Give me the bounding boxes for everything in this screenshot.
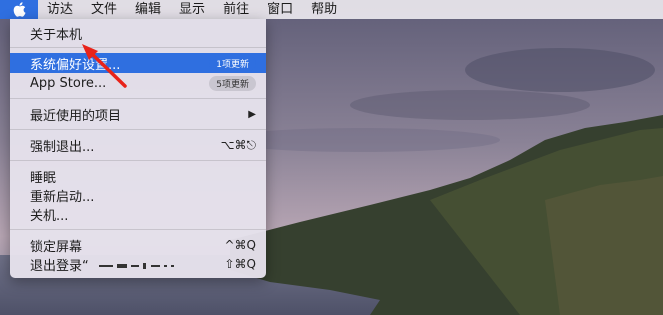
apple-menu-button[interactable] [0, 0, 38, 19]
menu-item-label: 重新启动... [30, 189, 95, 205]
menu-item-label: 关于本机 [30, 27, 83, 43]
logout-text: 退出登录“ [30, 258, 89, 274]
menu-window[interactable]: 窗口 [258, 0, 302, 19]
menu-item-app-store[interactable]: App Store... 5项更新 [10, 73, 266, 93]
menu-item-shutdown[interactable]: 关机... [10, 204, 266, 224]
menu-bar: 访达 文件 编辑 显示 前往 窗口 帮助 [0, 0, 663, 19]
submenu-arrow-icon: ▶ [248, 108, 256, 120]
update-badge: 5项更新 [209, 75, 256, 91]
menu-item-system-preferences[interactable]: 系统偏好设置... 1项更新 [10, 53, 266, 73]
menu-item-label: 强制退出... [30, 139, 95, 155]
apple-dropdown-menu: 关于本机 系统偏好设置... 1项更新 App Store... 5项更新 最近… [10, 19, 266, 278]
menu-item-about-this-mac[interactable]: 关于本机 [10, 23, 266, 43]
menu-separator [10, 160, 266, 161]
menu-go[interactable]: 前往 [214, 0, 258, 19]
redacted-username [98, 263, 174, 269]
menu-item-label: 系统偏好设置... [30, 57, 121, 73]
menu-item-label: 最近使用的项目 [30, 108, 122, 124]
shortcut-label: ^⌘Q [224, 238, 257, 252]
menu-item-recent-items[interactable]: 最近使用的项目 ▶ [10, 104, 266, 124]
menu-item-force-quit[interactable]: 强制退出... ⌥⌘⎋ [10, 135, 266, 155]
update-badge: 1项更新 [209, 55, 256, 71]
menu-finder[interactable]: 访达 [38, 0, 82, 19]
menu-item-log-out[interactable]: 退出登录“ ⇧⌘Q [10, 254, 266, 274]
shortcut-label: ⇧⌘Q [224, 257, 257, 271]
menu-item-sleep[interactable]: 睡眠 [10, 166, 266, 186]
menu-separator [10, 47, 266, 48]
menu-separator [10, 129, 266, 130]
menu-separator [10, 98, 266, 99]
menu-item-label: 锁定屏幕 [30, 239, 83, 255]
menu-item-restart[interactable]: 重新启动... [10, 185, 266, 205]
menu-view[interactable]: 显示 [170, 0, 214, 19]
menu-item-label: 退出登录“ [30, 255, 225, 274]
menu-item-label: App Store... [30, 75, 107, 91]
menu-item-label: 睡眠 [30, 170, 57, 186]
menu-edit[interactable]: 编辑 [126, 0, 170, 19]
menu-help[interactable]: 帮助 [302, 0, 346, 19]
menu-file[interactable]: 文件 [82, 0, 126, 19]
apple-logo-icon [13, 2, 25, 17]
shortcut-label: ⌥⌘⎋ [220, 137, 256, 152]
menu-separator [10, 229, 266, 230]
menu-item-label: 关机... [30, 208, 69, 224]
menu-item-lock-screen[interactable]: 锁定屏幕 ^⌘Q [10, 235, 266, 255]
